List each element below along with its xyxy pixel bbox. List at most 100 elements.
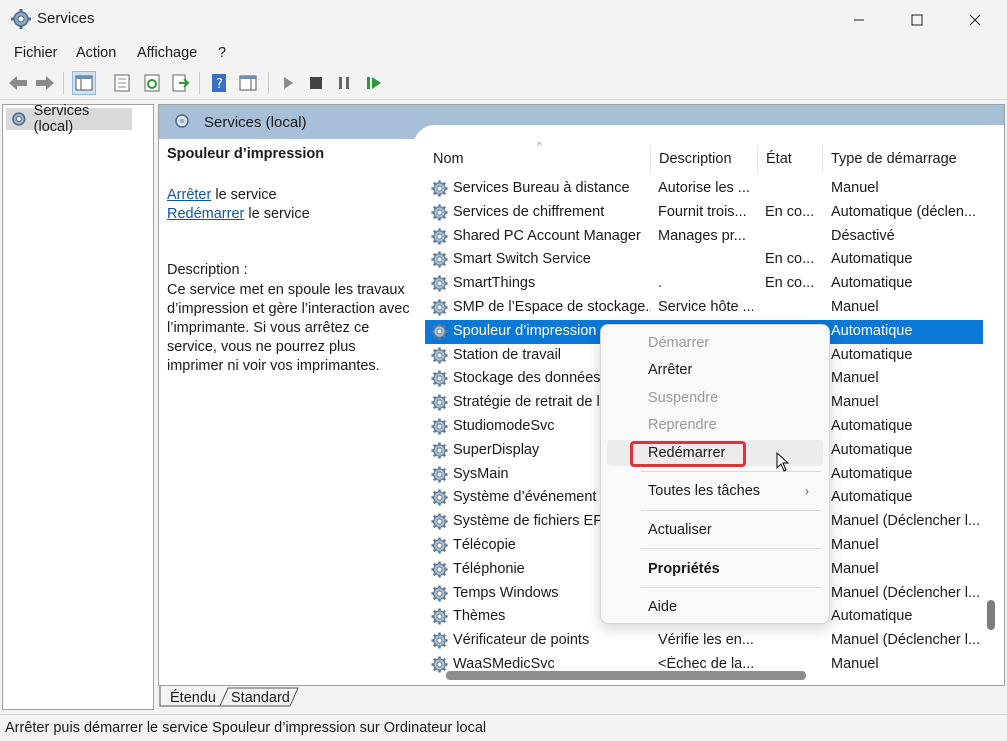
row-startup: Manuel xyxy=(831,656,879,672)
menu-help[interactable]: ? xyxy=(218,45,226,61)
tree-item-services-local[interactable]: Services (local) xyxy=(6,103,132,135)
row-startup: Manuel xyxy=(831,560,879,577)
restart-action-suffix: le service xyxy=(244,206,310,222)
menu-item-stop[interactable]: Arrêter xyxy=(607,357,823,383)
menu-item-all-tasks[interactable]: Toutes les tâches › xyxy=(607,478,823,504)
menu-affichage[interactable]: Affichage xyxy=(137,45,197,61)
row-name: Services de chiffrement xyxy=(453,203,605,220)
row-description: Service hôte ... xyxy=(658,299,753,315)
mouse-pointer-icon xyxy=(776,452,790,472)
service-gear-icon xyxy=(431,537,448,554)
row-description: Manages pr... xyxy=(658,227,746,244)
magnifier-gear-icon xyxy=(175,114,189,128)
maximize-button[interactable] xyxy=(888,0,946,40)
row-startup: Manuel xyxy=(831,394,879,411)
row-startup: Automatique xyxy=(831,275,913,292)
column-header-name[interactable]: Nom xyxy=(425,145,649,173)
stop-service-link[interactable]: Arrêter xyxy=(167,187,211,203)
export-list-button[interactable] xyxy=(168,71,192,95)
service-gear-icon xyxy=(431,513,448,530)
row-startup: Automatique xyxy=(831,441,913,458)
menu-bar: Fichier Action Affichage ? xyxy=(0,40,1007,66)
highlight-box xyxy=(630,441,746,467)
show-action-pane-button[interactable] xyxy=(236,71,260,95)
restart-service-link[interactable]: Redémarrer xyxy=(167,206,244,222)
back-button[interactable] xyxy=(6,71,30,95)
start-service-button[interactable] xyxy=(276,71,300,95)
row-state: En co... xyxy=(765,203,815,220)
row-description: . xyxy=(658,275,663,292)
services-gear-icon xyxy=(12,112,26,126)
minimize-button[interactable] xyxy=(830,0,888,40)
forward-button[interactable] xyxy=(33,71,57,95)
status-bar: Arrêter puis démarrer le service Spouleu… xyxy=(0,714,1007,741)
svg-text:?: ? xyxy=(216,77,223,92)
menu-item-help[interactable]: Aide xyxy=(607,594,823,620)
console-tree: Services (local) xyxy=(2,103,154,710)
menu-item-pause[interactable]: Suspendre xyxy=(607,385,823,411)
tab-etendu[interactable]: Étendu xyxy=(170,686,216,710)
tab-standard[interactable]: Standard xyxy=(231,686,290,710)
row-startup: Manuel (Déclencher l... xyxy=(831,513,981,530)
service-gear-icon xyxy=(431,418,448,435)
table-row[interactable]: Smart Switch Service En co... Automatique xyxy=(425,248,983,272)
close-button[interactable] xyxy=(946,0,1004,40)
table-row[interactable]: Vérificateur de points Vérifie les en... M… xyxy=(425,629,983,653)
services-panel: Services (local) Spouleur d’impression A… xyxy=(158,104,1005,686)
tree-item-label: Services (local) xyxy=(33,103,90,135)
properties-button[interactable] xyxy=(110,71,134,95)
stop-action-suffix: le service xyxy=(211,187,277,203)
row-name: SMP de l’Espace de stockage... xyxy=(453,299,651,315)
pause-service-button[interactable] xyxy=(332,71,356,95)
row-name: Vérificateur de points xyxy=(453,632,590,649)
vertical-scrollbar-thumb[interactable] xyxy=(987,600,995,630)
row-startup: Automatique xyxy=(831,489,913,506)
service-gear-icon xyxy=(431,489,448,506)
help-button[interactable]: ? xyxy=(207,71,231,95)
restart-service-button[interactable] xyxy=(362,71,386,95)
context-menu: Démarrer Arrêter Suspendre Reprendre Red… xyxy=(600,324,830,624)
row-startup: Désactivé xyxy=(831,227,895,244)
column-header-startup[interactable]: Type de démarrage xyxy=(822,145,985,173)
panel-header-title: Services (local) xyxy=(204,114,307,131)
horizontal-scrollbar-thumb[interactable] xyxy=(446,671,806,680)
row-state: En co... xyxy=(765,251,815,268)
row-name: WaaSMedicSvc xyxy=(453,656,555,672)
refresh-button[interactable] xyxy=(140,71,164,95)
menu-item-properties[interactable]: Propriétés xyxy=(607,556,823,582)
stop-service-button[interactable] xyxy=(304,71,328,95)
show-hide-tree-icon xyxy=(75,75,93,91)
view-tabs: Étendu Standard xyxy=(158,686,358,710)
row-description: <Échec de la... xyxy=(658,656,753,672)
table-row[interactable]: Shared PC Account Manager Manages pr... Dé… xyxy=(425,225,983,249)
service-gear-icon xyxy=(431,251,448,268)
stop-service-icon xyxy=(310,77,322,89)
table-row[interactable]: SMP de l’Espace de stockage... Service hô… xyxy=(425,296,983,320)
row-description: Autorise les ... xyxy=(658,180,750,196)
row-startup: Automatique xyxy=(831,251,913,268)
menu-action[interactable]: Action xyxy=(76,45,116,61)
row-startup: Automatique xyxy=(831,418,913,434)
table-row[interactable]: SmartThings. En co... Automatique xyxy=(425,272,983,296)
column-header-description[interactable]: Description xyxy=(650,145,756,173)
menu-fichier[interactable]: Fichier xyxy=(14,45,58,61)
service-gear-icon xyxy=(431,180,448,197)
table-row[interactable]: Services de chiffrement Fournit trois... E… xyxy=(425,201,983,225)
service-gear-icon xyxy=(431,656,448,673)
show-hide-tree-button[interactable] xyxy=(72,71,96,95)
pause-service-icon xyxy=(339,77,349,89)
service-gear-icon xyxy=(431,632,448,649)
restart-service-icon xyxy=(367,77,381,89)
column-header-state[interactable]: État xyxy=(757,145,821,173)
service-gear-icon xyxy=(431,442,448,459)
menu-item-start[interactable]: Démarrer xyxy=(607,330,823,356)
minimize-icon xyxy=(854,19,864,21)
menu-item-refresh[interactable]: Actualiser xyxy=(607,517,823,543)
table-row[interactable]: Services Bureau à distance Autorise les .… xyxy=(425,177,983,201)
row-description: Vérifie les en... xyxy=(658,632,753,649)
show-action-pane-icon xyxy=(239,75,257,91)
service-gear-icon xyxy=(431,275,448,292)
maximize-icon xyxy=(911,14,923,26)
row-startup: Automatique (déclen... xyxy=(831,203,977,220)
menu-item-resume[interactable]: Reprendre xyxy=(607,412,823,438)
